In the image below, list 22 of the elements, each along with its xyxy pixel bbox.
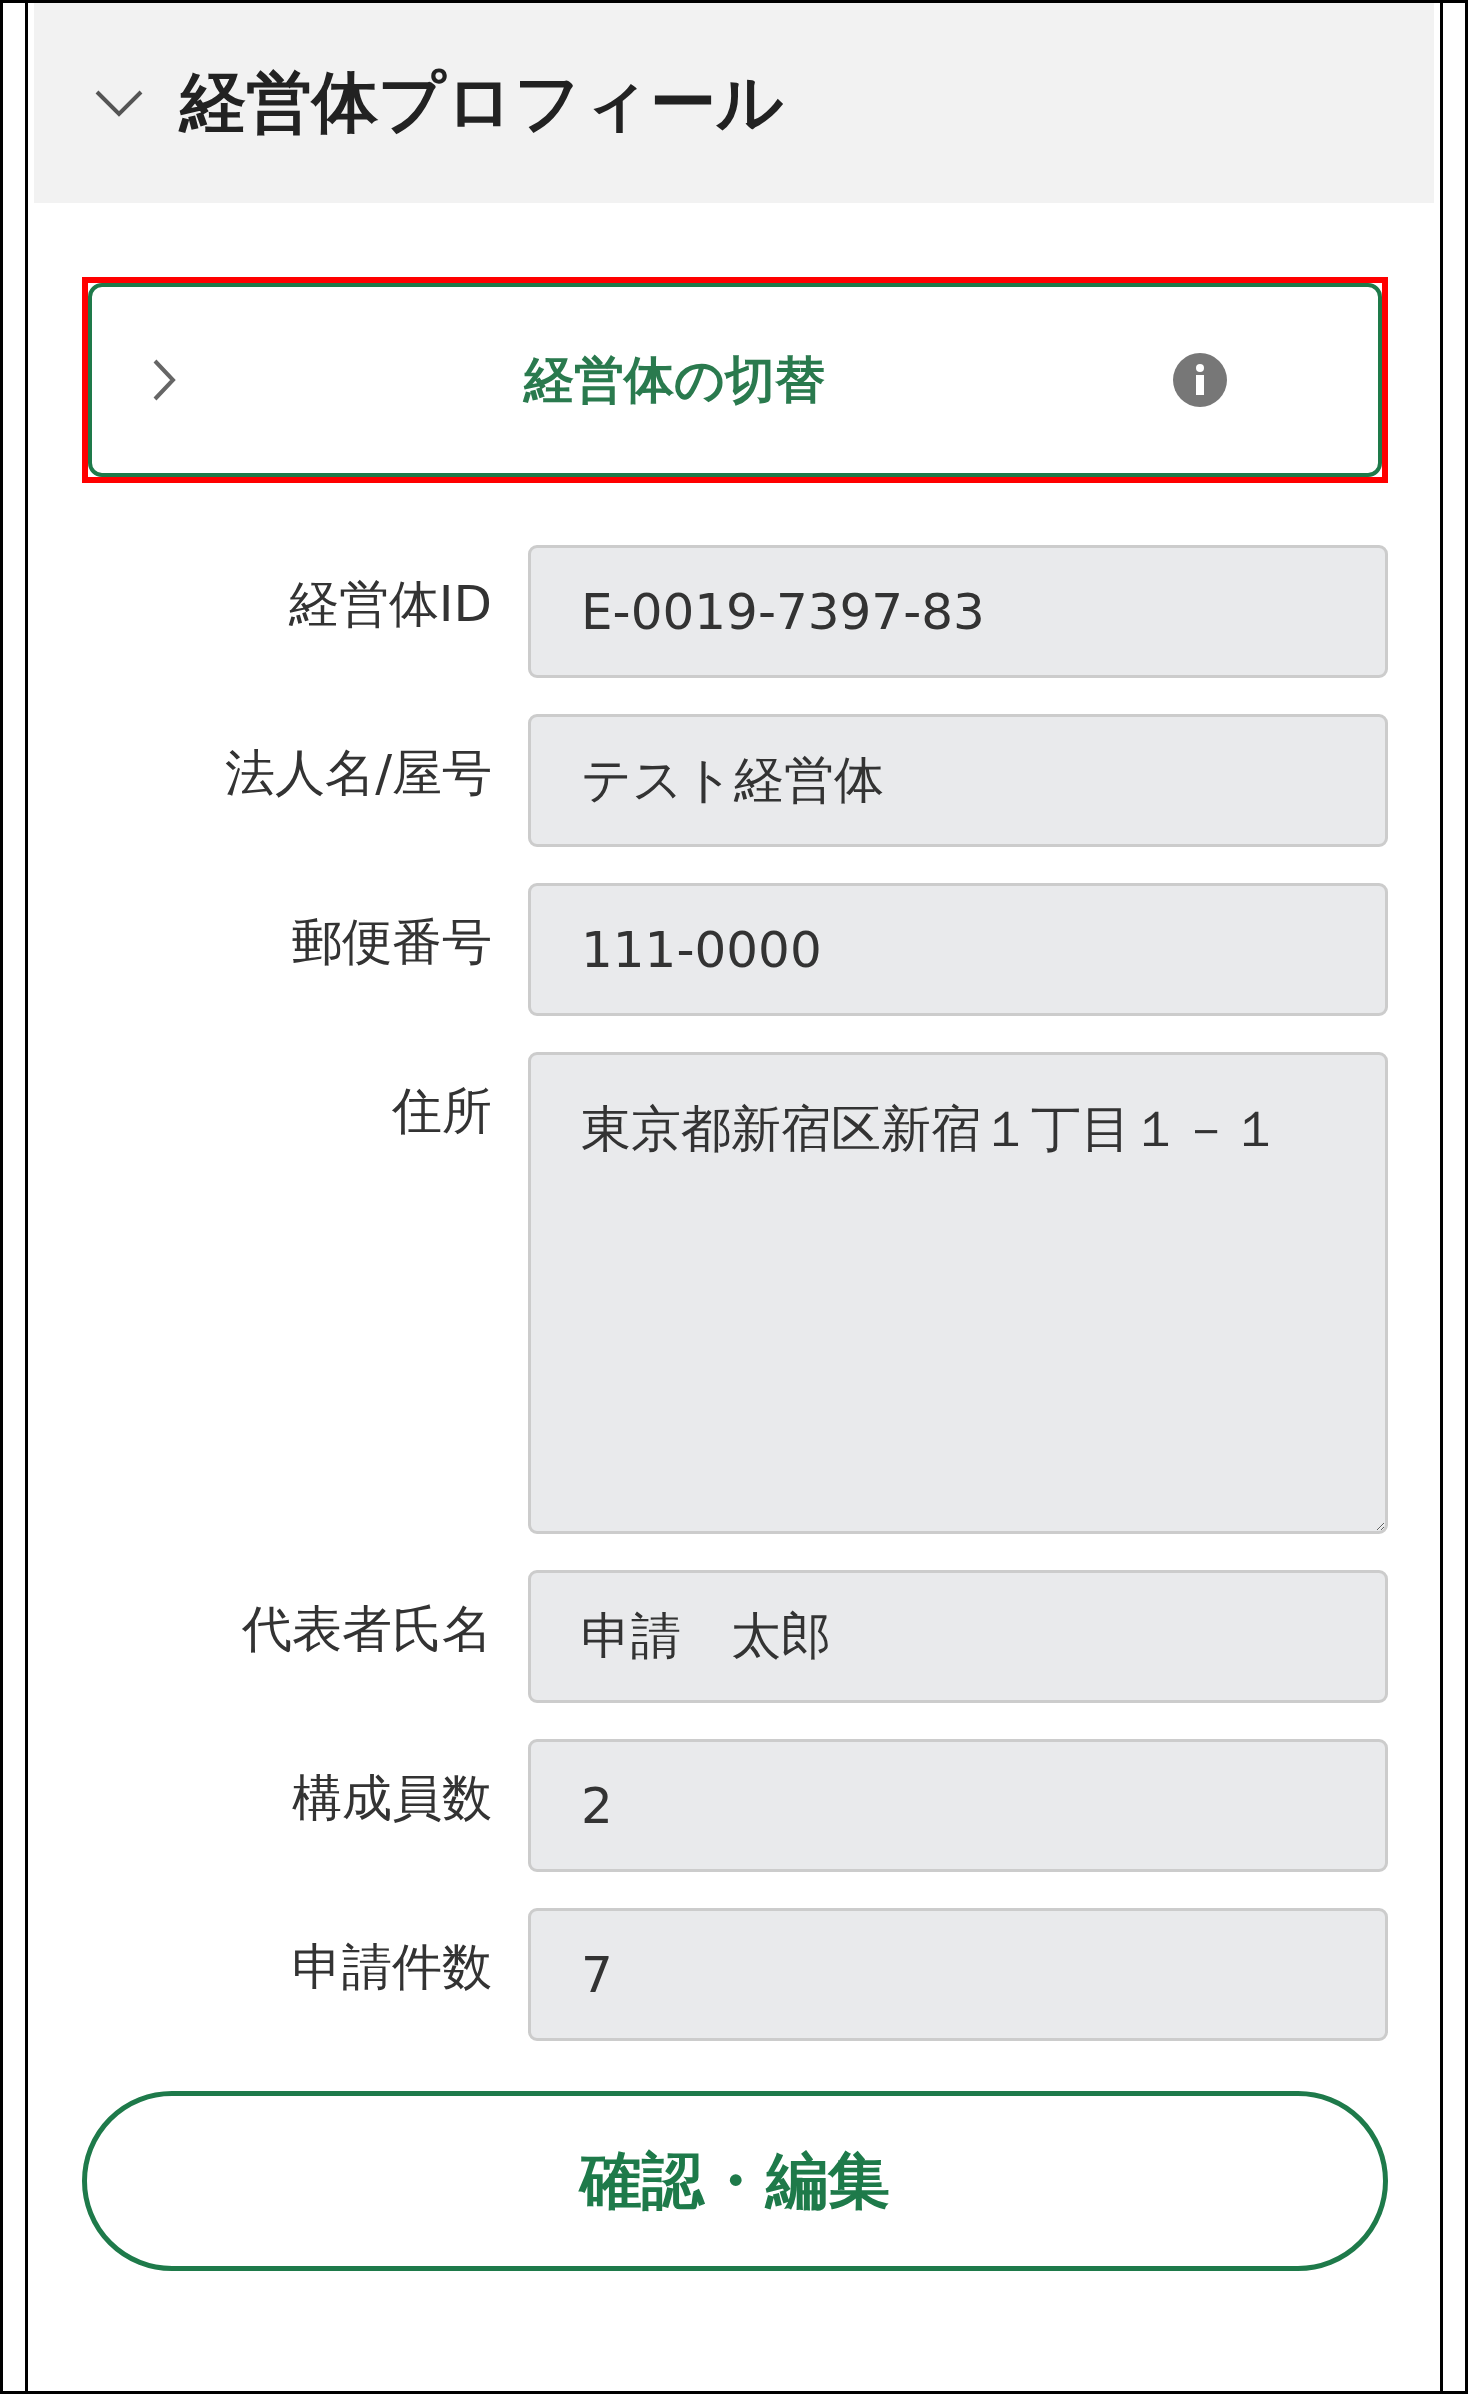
panel-title: 経営体プロフィール (180, 63, 784, 143)
field-label: 法人名/屋号 (224, 743, 492, 804)
switch-label: 経営体の切替 (522, 349, 826, 411)
confirm-edit-button[interactable]: 確認・編集 (82, 2091, 1388, 2271)
input-field[interactable]: E-0019-7397-83 (528, 545, 1388, 678)
info-icon[interactable] (1172, 352, 1228, 408)
chevron-right-icon[interactable] (152, 358, 176, 402)
chevron-down-icon[interactable] (94, 88, 144, 118)
input-field[interactable]: 111-0000 (528, 883, 1388, 1016)
address-field[interactable]: 東京都新宿区新宿１丁目１－１ (528, 1052, 1388, 1534)
field-label: 代表者氏名 (241, 1599, 492, 1660)
switch-accordion[interactable]: 経営体の切替 (88, 283, 1382, 477)
field-label: 申請件数 (291, 1937, 492, 1998)
input-field[interactable]: 7 (528, 1908, 1388, 2041)
panel-header[interactable]: 経営体プロフィール (34, 3, 1434, 203)
input-field[interactable]: 2 (528, 1739, 1388, 1872)
input-field[interactable]: テスト経営体 (528, 714, 1388, 847)
field-label: 住所 (391, 1081, 492, 1142)
input-field[interactable]: 申請 太郎 (528, 1570, 1388, 1703)
field-label: 構成員数 (291, 1768, 492, 1829)
field-label: 経営体ID (287, 574, 492, 635)
field-label: 郵便番号 (291, 912, 492, 973)
